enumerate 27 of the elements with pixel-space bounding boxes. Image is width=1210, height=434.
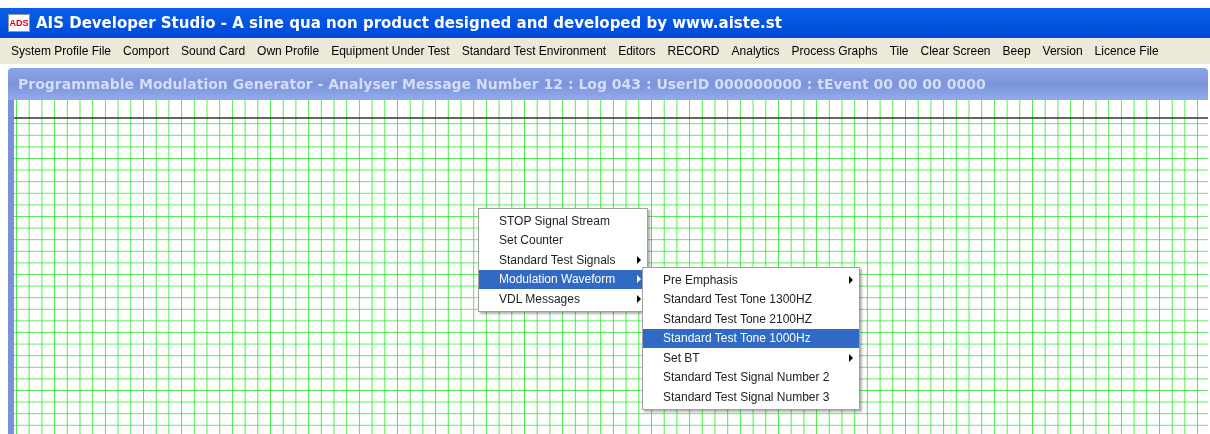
menu-item[interactable]: Editors — [617, 42, 657, 60]
window-title: AIS Developer Studio - A sine qua non product designed and developed by www.aiste.st — [36, 12, 782, 34]
menu-item[interactable]: Tile — [888, 42, 910, 60]
menu-item[interactable]: Set BT — [643, 348, 859, 368]
menu-item[interactable]: Analytics — [730, 42, 781, 60]
menu-item[interactable]: Comport — [122, 42, 171, 60]
menu-item[interactable]: RECORD — [666, 42, 721, 60]
menu-item[interactable]: Standard Test Tone 1000Hz — [643, 328, 859, 348]
menu-item[interactable]: Equipment Under Test — [330, 42, 451, 60]
menu-item[interactable]: Beep — [1001, 42, 1032, 60]
menu-item[interactable]: Sound Card — [180, 42, 247, 60]
menu-item[interactable]: Set Counter — [479, 230, 647, 250]
menu-item[interactable]: Licence File — [1093, 42, 1160, 60]
menu-item[interactable]: Standard Test Signal Number 2 — [643, 367, 859, 387]
menu-item[interactable]: Version — [1041, 42, 1084, 60]
menu-item[interactable]: Clear Screen — [919, 42, 992, 60]
menu-item[interactable]: Standard Test Signals — [479, 250, 647, 270]
menu-item[interactable]: Own Profile — [256, 42, 321, 60]
menu-item[interactable]: STOP Signal Stream — [479, 211, 647, 231]
menu-item[interactable]: Standard Test Signal Number 3 — [643, 387, 859, 407]
menu-item[interactable]: Standard Test Environment — [460, 42, 608, 60]
menu-item[interactable]: Standard Test Tone 1300HZ — [643, 289, 859, 309]
menu-item[interactable]: Process Graphs — [790, 42, 879, 60]
menu-item[interactable]: System Profile File — [10, 42, 113, 60]
child-window-title: Programmable Modulation Generator - Analyser Message Number 12 : Log 043 : UserID 000000000 : tEvent 00 00 00 0000 — [18, 74, 986, 94]
menu-item[interactable]: Standard Test Tone 2100HZ — [643, 309, 859, 329]
app-icon: ADS — [8, 14, 30, 32]
